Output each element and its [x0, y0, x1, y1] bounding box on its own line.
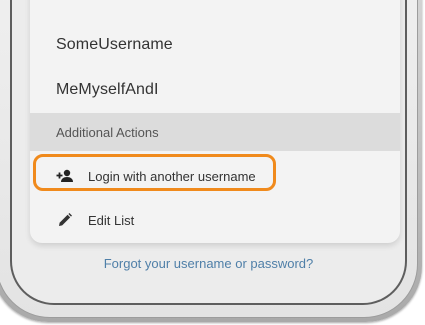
account-name: SomeUsername: [56, 35, 173, 53]
section-header-label: Additional Actions: [56, 124, 159, 140]
forgot-link-text: Forgot your username or password?: [103, 256, 314, 271]
forgot-credentials-link[interactable]: Forgot your username or password?: [12, 256, 405, 271]
account-list-card: SomeUsername MeMyselfAndI Additional Act…: [30, 0, 400, 243]
edit-list-button[interactable]: Edit List: [30, 198, 400, 242]
action-label: Edit List: [88, 212, 135, 228]
account-item[interactable]: SomeUsername: [30, 22, 400, 67]
account-item[interactable]: MeMyselfAndI: [30, 67, 400, 112]
action-label: Login with another username: [88, 168, 256, 184]
additional-actions-header: Additional Actions: [30, 113, 400, 151]
phone-screen: SomeUsername MeMyselfAndI Additional Act…: [10, 0, 407, 305]
pencil-icon: [56, 211, 74, 229]
account-name: MeMyselfAndI: [56, 80, 159, 98]
login-another-username-button[interactable]: Login with another username: [30, 154, 400, 198]
add-person-icon: [56, 167, 74, 185]
